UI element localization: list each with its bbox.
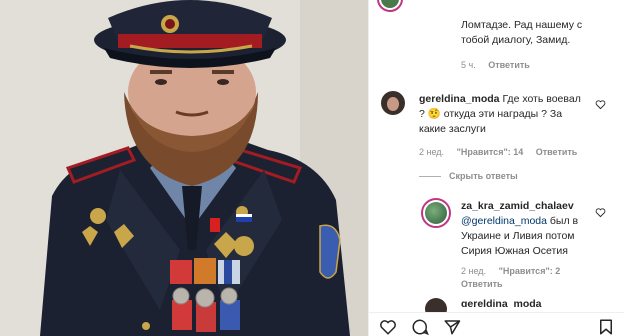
comment-meta: 2 нед. "Нравится": 2	[461, 266, 570, 276]
comment-username[interactable]: gereldina_moda	[461, 298, 542, 307]
comment-meta: Ответить	[461, 279, 513, 289]
reply-button[interactable]: Ответить	[536, 147, 578, 157]
post-action-bar	[369, 312, 624, 336]
post-photo	[0, 0, 368, 336]
share-icon[interactable]	[443, 318, 461, 336]
comment-text: gereldina_moda	[461, 297, 589, 307]
likes-count[interactable]: "Нравится": 2	[499, 266, 561, 276]
hide-replies-label: Скрыть ответы	[449, 171, 518, 181]
heart-icon[interactable]	[379, 318, 397, 336]
comment-username[interactable]: gereldina_moda	[419, 93, 500, 105]
comment-text: gereldina_moda Где хоть воевал ? 🤨 откуд…	[419, 92, 587, 137]
comment-text: za_kra_zamid_chalaev @gereldina_moda был…	[461, 199, 589, 259]
comment-body: Ломтадзе. Рад нашему с тобой диалогу, За…	[461, 19, 583, 46]
officer-portrait-image	[0, 0, 368, 336]
mention-link[interactable]: @gereldina_moda	[461, 215, 547, 227]
avatar[interactable]	[377, 0, 403, 12]
avatar[interactable]	[381, 91, 405, 115]
comment-text: Ломтадзе. Рад нашему с тобой диалогу, За…	[461, 18, 585, 48]
avatar[interactable]	[421, 198, 451, 228]
comments-panel: Ломтадзе. Рад нашему с тобой диалогу, За…	[368, 0, 624, 336]
comment-time: 5 ч.	[461, 60, 476, 70]
comment-time: 2 нед.	[461, 266, 487, 276]
heart-icon[interactable]	[595, 207, 606, 218]
likes-count[interactable]: "Нравится": 14	[457, 147, 524, 157]
reply-button[interactable]: Ответить	[461, 279, 503, 289]
comment-time: 2 нед.	[419, 147, 445, 157]
comment-meta: 5 ч. Ответить	[461, 60, 540, 70]
reply-button[interactable]: Ответить	[488, 60, 530, 70]
hide-replies-button[interactable]: Скрыть ответы	[419, 171, 518, 181]
divider	[419, 176, 441, 178]
comment-username[interactable]: za_kra_zamid_chalaev	[461, 200, 574, 212]
comment-icon[interactable]	[411, 318, 429, 336]
bookmark-icon[interactable]	[597, 318, 615, 336]
comment-meta: 2 нед. "Нравится": 14 Ответить	[419, 147, 587, 157]
heart-icon[interactable]	[595, 99, 606, 110]
